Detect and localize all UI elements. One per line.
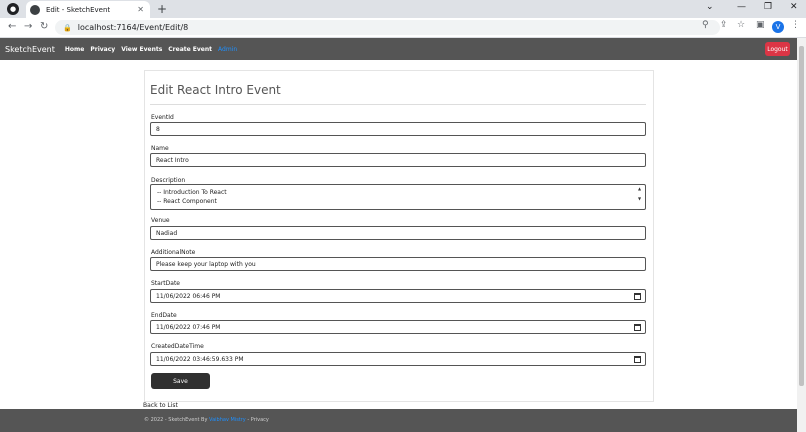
enddate-value: 11/06/2022 07:46 PM <box>156 323 221 331</box>
nav-home[interactable]: Home <box>65 46 84 53</box>
createddatetime-input[interactable]: 11/06/2022 03:46:59.633 PM <box>150 352 646 366</box>
description-textarea[interactable]: -- Introduction To React -- React Compon… <box>150 184 646 210</box>
save-button[interactable]: Save <box>151 373 210 389</box>
footer-privacy-link[interactable]: Privacy <box>251 417 269 423</box>
description-label: Description <box>151 177 186 184</box>
zoom-icon[interactable]: ⚲ <box>702 20 709 30</box>
nav-create-event[interactable]: Create Event <box>168 46 212 53</box>
close-window-icon[interactable]: ✕ <box>790 2 798 12</box>
title-divider <box>150 104 646 105</box>
eventid-label: EventId <box>151 114 174 121</box>
menu-icon[interactable]: ⋮ <box>791 20 800 30</box>
additionalnote-input[interactable]: Please keep your laptop with you <box>150 257 646 271</box>
description-line: -- Introduction To React <box>157 189 227 196</box>
venue-label: Venue <box>151 217 170 224</box>
footer-separator: - <box>247 417 250 423</box>
eventid-input[interactable]: 8 <box>150 122 646 136</box>
enddate-input[interactable]: 11/06/2022 07:46 PM <box>150 320 646 334</box>
site-footer: © 2022 - SketchEvent By Vaibhav Mistry -… <box>0 409 797 432</box>
favicon-icon <box>30 4 40 15</box>
createddatetime-value: 11/06/2022 03:46:59.633 PM <box>156 355 244 363</box>
browser-tab[interactable]: Edit - SketchEvent ✕ <box>26 1 150 18</box>
new-tab-icon[interactable]: + <box>157 2 167 16</box>
logout-button[interactable]: Logout <box>765 42 790 56</box>
scrollbar-thumb[interactable] <box>799 46 804 386</box>
textarea-scrollbar[interactable]: ▲ ▼ <box>638 186 643 205</box>
nav-view-events[interactable]: View Events <box>121 46 162 53</box>
minimize-icon[interactable]: — <box>737 2 746 12</box>
forward-icon[interactable]: → <box>24 21 32 32</box>
bookmark-star-icon[interactable]: ☆ <box>737 20 745 30</box>
startdate-input[interactable]: 11/06/2022 06:46 PM <box>150 289 646 303</box>
startdate-label: StartDate <box>151 280 180 287</box>
side-panel-icon[interactable]: ▣ <box>756 20 765 30</box>
createddatetime-label: CreatedDateTime <box>151 343 204 350</box>
additionalnote-label: AdditionalNote <box>151 249 196 256</box>
chrome-profile-icon[interactable]: ● <box>7 3 19 15</box>
footer-text: © 2022 - SketchEvent By Vaibhav Mistry -… <box>144 417 269 423</box>
nav-privacy[interactable]: Privacy <box>90 46 115 53</box>
lock-icon[interactable]: 🔒 <box>63 24 72 32</box>
scroll-down-icon[interactable]: ▼ <box>638 196 641 201</box>
name-input[interactable]: React Intro <box>150 153 646 167</box>
back-to-list-link[interactable]: Back to List <box>143 402 178 409</box>
nav-admin[interactable]: Admin <box>218 46 237 53</box>
page-title: Edit React Intro Event <box>150 83 281 97</box>
maximize-icon[interactable]: ❐ <box>764 2 772 12</box>
calendar-icon[interactable] <box>634 324 641 331</box>
avatar[interactable]: V <box>772 21 784 33</box>
brand-link[interactable]: SketchEvent <box>5 45 55 54</box>
browser-tabstrip: ● Edit - SketchEvent ✕ + ⌄ — ❐ ✕ <box>0 0 806 18</box>
startdate-value: 11/06/2022 06:46 PM <box>156 292 221 300</box>
name-label: Name <box>151 145 169 152</box>
description-line: -- React Component <box>157 198 217 205</box>
calendar-icon[interactable] <box>634 293 641 300</box>
back-icon[interactable]: ← <box>8 21 16 32</box>
enddate-label: EndDate <box>151 312 177 319</box>
omnibox[interactable]: 🔒 localhost:7164/Event/Edit/8 <box>55 20 720 35</box>
url-text: localhost:7164/Event/Edit/8 <box>77 23 189 32</box>
footer-copyright: © 2022 - SketchEvent By <box>144 417 208 423</box>
tab-title: Edit - SketchEvent <box>46 5 111 14</box>
share-icon[interactable]: ⇪ <box>720 20 728 30</box>
close-tab-icon[interactable]: ✕ <box>137 5 144 14</box>
site-navbar: SketchEvent Home Privacy View Events Cre… <box>0 38 797 60</box>
reload-icon[interactable]: ↻ <box>40 21 48 32</box>
address-bar-row: ← → ↻ 🔒 localhost:7164/Event/Edit/8 ⚲ ⇪ … <box>0 18 806 38</box>
footer-author-link[interactable]: Vaibhav Mistry <box>209 417 246 423</box>
venue-input[interactable]: Nadiad <box>150 226 646 240</box>
calendar-icon[interactable] <box>634 356 641 363</box>
chevron-down-icon[interactable]: ⌄ <box>706 2 714 12</box>
scroll-up-icon[interactable]: ▲ <box>638 186 641 191</box>
